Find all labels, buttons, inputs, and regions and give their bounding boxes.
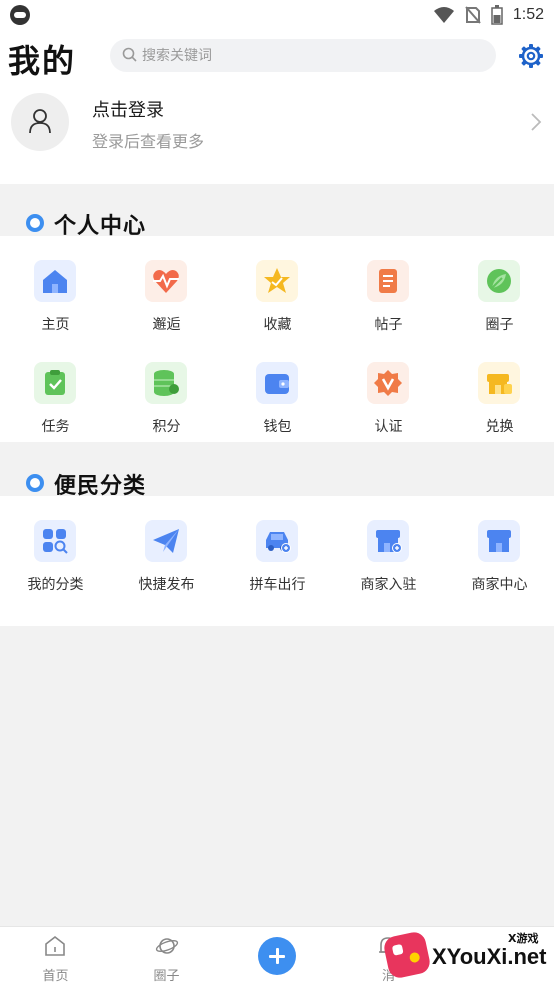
login-subtitle: 登录后查看更多 bbox=[92, 132, 205, 151]
plus-icon[interactable] bbox=[258, 937, 296, 975]
tile bbox=[367, 260, 409, 302]
tile bbox=[256, 362, 298, 404]
star-icon bbox=[264, 268, 290, 293]
login-row[interactable]: 点击登录 登录后查看更多 bbox=[0, 82, 554, 184]
personal-center-panel: 主页 邂逅 收藏 帖子 圈子 任务 积分 钱包 认证 兑换 bbox=[0, 236, 554, 442]
user-icon bbox=[29, 109, 51, 134]
tab-circle[interactable]: 圈子 bbox=[111, 927, 222, 987]
heartbeat-icon bbox=[153, 270, 179, 293]
services-panel: 我的分类 快捷发布 拼车出行 商家入驻 商家中心 bbox=[0, 496, 554, 626]
tile bbox=[478, 260, 520, 302]
tile bbox=[34, 520, 76, 562]
wallet-icon bbox=[265, 374, 289, 394]
home-icon bbox=[43, 270, 67, 293]
personal-center-header: 个人中心 bbox=[0, 184, 554, 239]
clock: 1:52 bbox=[512, 6, 544, 23]
scroll-icon bbox=[379, 269, 397, 293]
watermark-logo-icon bbox=[382, 930, 432, 980]
tile bbox=[256, 260, 298, 302]
coins-icon bbox=[154, 370, 179, 396]
search-bar[interactable] bbox=[110, 39, 496, 72]
status-icons: 1:52 bbox=[433, 4, 544, 26]
tile bbox=[34, 260, 76, 302]
section-ring-icon bbox=[26, 474, 44, 492]
tile bbox=[145, 362, 187, 404]
watermark: X游戏 XYouXi.net bbox=[382, 930, 552, 984]
battery-icon bbox=[491, 5, 503, 25]
leaf-icon bbox=[487, 269, 511, 293]
tile bbox=[34, 362, 76, 404]
search-icon bbox=[122, 47, 137, 62]
tile bbox=[367, 362, 409, 404]
car-icon bbox=[266, 532, 291, 553]
exchange-icon bbox=[487, 374, 512, 394]
grid-search-icon bbox=[43, 529, 68, 554]
avatar[interactable] bbox=[11, 93, 69, 151]
tile bbox=[478, 362, 520, 404]
tile bbox=[145, 520, 187, 562]
tile bbox=[367, 520, 409, 562]
paper-plane-icon bbox=[153, 529, 179, 553]
planet-icon bbox=[155, 938, 179, 954]
home-outline-icon bbox=[45, 935, 65, 956]
clipboard-check-icon bbox=[45, 370, 65, 395]
cloud-notification-icon bbox=[10, 5, 30, 25]
store-add-icon bbox=[376, 530, 402, 553]
tile bbox=[145, 260, 187, 302]
tile bbox=[478, 520, 520, 562]
no-sim-icon bbox=[465, 6, 481, 24]
tile bbox=[256, 520, 298, 562]
status-bar: 1:52 bbox=[0, 0, 554, 30]
tab-publish[interactable] bbox=[222, 927, 333, 987]
section-ring-icon bbox=[26, 214, 44, 232]
search-input[interactable] bbox=[142, 39, 472, 72]
watermark-brand: XYouXi.net bbox=[432, 944, 547, 969]
tab-home[interactable]: 首页 bbox=[0, 927, 111, 987]
login-title[interactable]: 点击登录 bbox=[92, 96, 164, 122]
chevron-right-icon bbox=[531, 113, 542, 131]
header: 我的 bbox=[0, 30, 554, 82]
badge-v-icon bbox=[374, 370, 402, 396]
services-header: 便民分类 bbox=[0, 444, 554, 499]
wifi-icon bbox=[433, 7, 454, 23]
gear-icon[interactable] bbox=[518, 43, 544, 69]
store-icon bbox=[487, 530, 511, 552]
page-title: 我的 bbox=[8, 42, 77, 80]
